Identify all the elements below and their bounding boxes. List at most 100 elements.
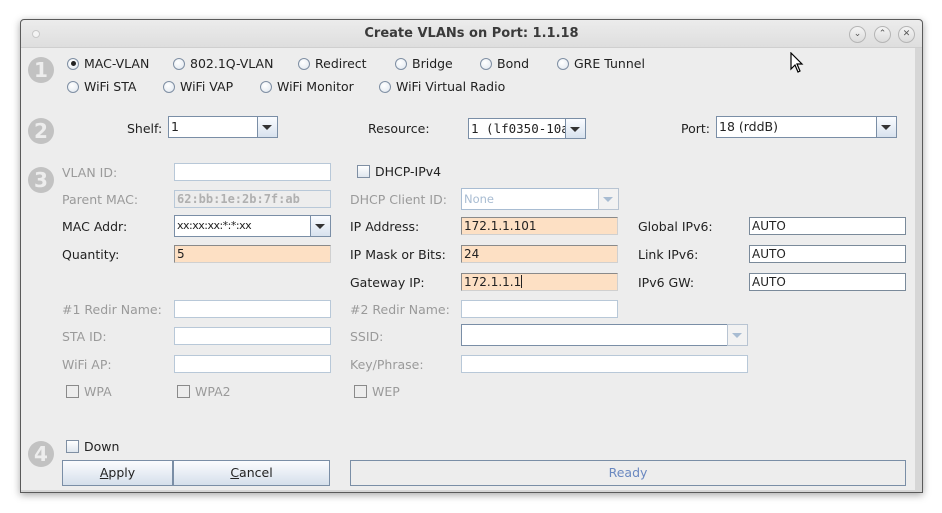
checkbox-icon [177,385,190,398]
vlan-id-input[interactable] [174,163,331,181]
radio-icon [173,57,185,70]
port-combo[interactable]: 18 (rddB) [716,116,897,138]
radio-wifi-vap[interactable]: WiFi VAP [163,79,233,94]
radio-8021q-vlan[interactable]: 802.1Q-VLAN [173,56,273,71]
dhcp-client-id-combo[interactable]: None [461,188,619,210]
create-vlans-dialog: Create VLANs on Port: 1.1.18 ⌄ ⌃ ✕ 1 MAC… [20,19,923,493]
radio-icon [379,80,391,93]
radio-icon [260,80,272,93]
wpa-checkbox[interactable]: WPA [66,384,112,399]
checkbox-label: WPA [84,384,112,399]
radio-redirect[interactable]: Redirect [298,56,367,71]
radio-label: Redirect [315,56,367,71]
key-phrase-input[interactable] [461,355,748,373]
chevron-down-icon[interactable] [565,118,586,139]
ssid-value[interactable] [461,324,727,346]
redir2-input[interactable] [461,300,618,318]
ssid-combo[interactable] [461,324,748,346]
status-bar: Ready [350,460,906,486]
shelf-value[interactable]: 1 [168,116,257,138]
ip-address-input[interactable]: 172.1.1.101 [461,217,618,235]
close-button[interactable]: ✕ [898,26,915,43]
link-ipv6-input[interactable]: AUTO [749,245,906,263]
sta-id-input[interactable] [174,327,331,345]
radio-icon [163,80,175,93]
port-label: Port: [681,121,710,136]
down-checkbox[interactable]: Down [66,439,119,454]
sta-id-label: STA ID: [62,329,107,344]
radio-wifi-monitor[interactable]: WiFi Monitor [260,79,354,94]
section-2-badge: 2 [28,118,54,144]
text-caret [521,275,523,288]
apply-label: pply [108,465,136,480]
radio-wifi-sta[interactable]: WiFi STA [67,79,136,94]
parent-mac-input[interactable]: 62:bb:1e:2b:7f:ab [174,190,331,208]
radio-label: MAC-VLAN [84,56,150,71]
maximize-button[interactable]: ⌃ [874,26,891,43]
radio-selected-icon [67,57,79,70]
shelf-combo[interactable]: 1 [168,116,278,138]
radio-bridge[interactable]: Bridge [395,56,453,71]
dhcp-ipv4-checkbox[interactable]: DHCP-IPv4 [357,164,441,179]
dialog-content: 1 MAC-VLAN 802.1Q-VLAN Redirect Bridge B… [21,48,915,490]
resource-label: Resource: [368,121,430,136]
radio-label: WiFi Monitor [277,79,354,94]
link-ipv6-label: Link IPv6: [638,247,699,262]
checkbox-icon [354,385,367,398]
wifi-ap-input[interactable] [174,355,331,373]
chevron-down-icon[interactable] [257,116,278,138]
parent-mac-label: Parent MAC: [62,192,139,207]
section-3-badge: 3 [28,167,54,193]
resource-combo[interactable]: 1 (lf0350-10ac) [468,118,586,139]
quantity-label: Quantity: [62,247,120,262]
ip-mask-input[interactable]: 24 [461,245,618,263]
quantity-input[interactable]: 5 [174,245,331,263]
checkbox-label: WEP [372,384,400,399]
dhcp-client-id-label: DHCP Client ID: [350,192,447,207]
wpa2-checkbox[interactable]: WPA2 [177,384,231,399]
chevron-down-icon[interactable] [598,188,619,210]
cancel-button[interactable]: Cancel [173,460,330,486]
section-1-badge: 1 [28,57,54,83]
radio-label: WiFi Virtual Radio [396,79,506,94]
mac-addr-label: MAC Addr: [62,219,128,234]
apply-button[interactable]: Apply [62,460,173,486]
chevron-down-icon[interactable] [310,215,331,237]
cancel-label: ancel [239,465,273,480]
radio-label: 802.1Q-VLAN [190,56,274,71]
gateway-ip-value: 172.1.1.1 [464,275,522,289]
mac-addr-combo[interactable]: xx:xx:xx:*:*:xx [174,215,331,237]
radio-gre-tunnel[interactable]: GRE Tunnel [557,56,645,71]
vlan-id-label: VLAN ID: [62,165,118,180]
wifi-ap-label: WiFi AP: [62,357,112,372]
radio-label: WiFi STA [84,79,137,94]
global-ipv6-input[interactable]: AUTO [749,217,906,235]
ipv6-gw-input[interactable]: AUTO [749,273,906,291]
gateway-ip-input[interactable]: 172.1.1.1 [461,273,618,291]
radio-icon [395,57,407,70]
chevron-down-icon[interactable] [876,116,897,138]
title-bar[interactable]: Create VLANs on Port: 1.1.18 ⌄ ⌃ ✕ [21,20,922,48]
radio-mac-vlan[interactable]: MAC-VLAN [67,56,149,71]
minimize-button[interactable]: ⌄ [849,26,866,43]
resource-value[interactable]: 1 (lf0350-10ac) [468,118,565,139]
checkbox-label: WPA2 [195,384,231,399]
checkbox-icon [357,165,370,178]
radio-wifi-virtual-radio[interactable]: WiFi Virtual Radio [379,79,505,94]
checkbox-icon [66,385,79,398]
mac-addr-value[interactable]: xx:xx:xx:*:*:xx [174,215,310,237]
ip-mask-label: IP Mask or Bits: [350,247,446,262]
shelf-label: Shelf: [127,121,163,136]
radio-icon [557,57,569,70]
mouse-pointer-icon [790,52,804,73]
radio-label: Bridge [412,56,453,71]
redir1-input[interactable] [174,300,331,318]
redir2-label: #2 Redir Name: [350,302,450,317]
chevron-down-icon[interactable] [727,324,748,346]
checkbox-icon [66,440,79,453]
wep-checkbox[interactable]: WEP [354,384,400,399]
dhcp-client-id-value[interactable]: None [461,188,598,210]
port-value[interactable]: 18 (rddB) [716,116,876,138]
radio-bond[interactable]: Bond [480,56,529,71]
radio-icon [480,57,492,70]
